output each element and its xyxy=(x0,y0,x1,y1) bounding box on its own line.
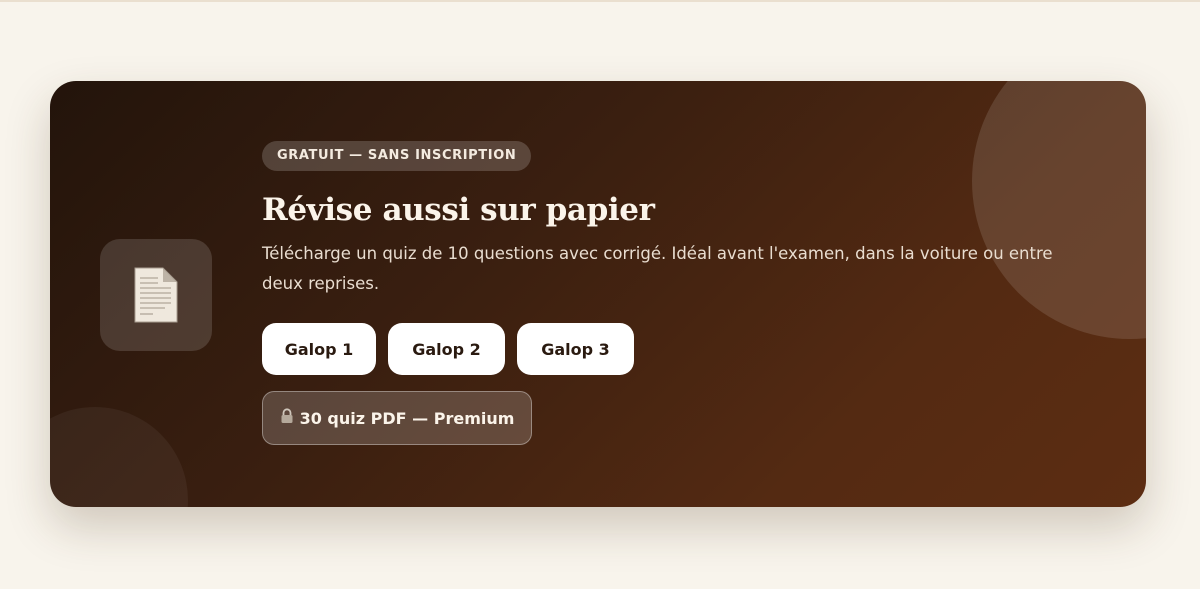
card-description: Télécharge un quiz de 10 questions avec … xyxy=(262,244,1053,293)
lock-icon xyxy=(280,408,294,428)
card-title: Révise aussi sur papier xyxy=(262,192,655,228)
galop-button-row: Galop 1 Galop 2 Galop 3 xyxy=(262,323,1102,375)
document-icon-container xyxy=(100,239,212,351)
free-badge: GRATUIT — SANS INSCRIPTION xyxy=(262,141,532,171)
galop-3-button[interactable]: Galop 3 xyxy=(517,323,634,375)
premium-label: 30 quiz PDF — Premium xyxy=(299,408,515,428)
pdf-download-card: GRATUIT — SANS INSCRIPTION Révise aussi … xyxy=(50,81,1146,507)
decorative-circle-bottom-left xyxy=(50,407,188,507)
premium-pdf-button[interactable]: 30 quiz PDF — Premium xyxy=(262,391,532,445)
galop-1-button[interactable]: Galop 1 xyxy=(262,323,376,375)
top-divider xyxy=(0,0,1200,2)
galop-2-button[interactable]: Galop 2 xyxy=(388,323,505,375)
card-content: GRATUIT — SANS INSCRIPTION Révise aussi … xyxy=(262,141,1102,445)
document-icon xyxy=(131,266,181,324)
